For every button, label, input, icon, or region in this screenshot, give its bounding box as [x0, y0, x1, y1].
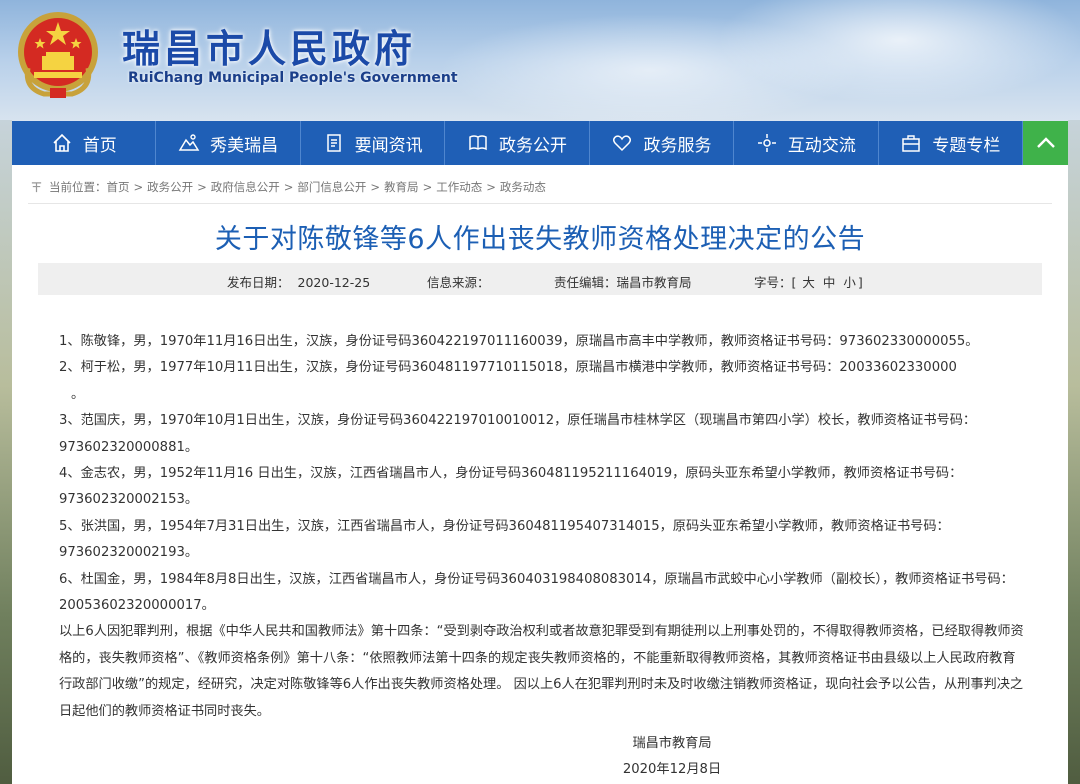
- national-emblem-icon[interactable]: [14, 8, 102, 100]
- info-source-label: 信息来源：: [427, 275, 490, 290]
- article-sign-date: 2020年12月8日: [622, 762, 722, 777]
- home-icon: [51, 132, 73, 154]
- header-banner: 瑞昌市人民政府 RuiChang Municipal People's Gove…: [0, 0, 1080, 120]
- info-source: 信息来源：: [427, 272, 490, 291]
- chevron-up-icon: [1036, 137, 1055, 148]
- article-paragraph: 1、陈敬锋，男，1970年11月16日出生，汉族，身份证号码3604221970…: [59, 334, 979, 349]
- heart-icon: [611, 132, 633, 154]
- breadcrumb-separator: >: [133, 180, 144, 194]
- site-subtitle: RuiChang Municipal People's Government: [128, 70, 458, 86]
- briefcase-icon: [900, 132, 922, 154]
- nav-item-interaction[interactable]: 互动交流: [734, 121, 879, 165]
- breadcrumb-gov-open[interactable]: 政务公开: [147, 179, 193, 195]
- article-paragraph: 6、杜国金，男，1984年8月8日出生，汉族，江西省瑞昌市人，身份证号码3604…: [59, 571, 1014, 614]
- article-paragraph: 以上6人因犯罪判刑，根据《中华人民共和国教师法》第十四条：“受到剥夺政治权利或者…: [59, 624, 1024, 719]
- breadcrumb-work-news[interactable]: 工作动态: [436, 179, 482, 195]
- font-size-label: 字号：: [754, 275, 792, 290]
- article-meta: 发布日期： 2020-12-25 信息来源： 责任编辑：瑞昌市教育局 字号：[ 大…: [38, 263, 1042, 295]
- editor-value: 瑞昌市教育局: [616, 275, 692, 290]
- nav-item-label: 专题专栏: [932, 135, 1001, 156]
- breadcrumb-dept-info[interactable]: 部门信息公开: [297, 179, 366, 195]
- content-panel: 当前位置： 首页 > 政务公开 > 政府信息公开 > 部门信息公开 > 教育局 …: [12, 165, 1068, 784]
- font-size-small[interactable]: 小: [843, 275, 856, 290]
- breadcrumb: 当前位置： 首页 > 政务公开 > 政府信息公开 > 部门信息公开 > 教育局 …: [30, 179, 546, 195]
- nav-item-gov-service[interactable]: 政务服务: [590, 121, 735, 165]
- interaction-icon: [756, 132, 778, 154]
- book-icon: [467, 132, 489, 154]
- side-decoration-right: [1068, 120, 1080, 784]
- breadcrumb-separator: >: [197, 180, 207, 194]
- breadcrumb-separator: >: [370, 180, 381, 194]
- divider: [28, 203, 1052, 204]
- editor-label: 责任编辑：: [554, 275, 617, 290]
- nav-item-home[interactable]: 首页: [12, 121, 157, 165]
- font-size-medium[interactable]: 中: [823, 275, 836, 290]
- article-paragraph: 3、范国庆，男，1970年10月1日出生，汉族，身份证号码36042219701…: [59, 413, 977, 455]
- breadcrumb-separator: >: [422, 180, 433, 194]
- breadcrumb-prefix: 当前位置：: [49, 180, 107, 194]
- nav-collapse-toggle[interactable]: [1023, 121, 1069, 165]
- breadcrumb-home[interactable]: 首页: [107, 179, 130, 195]
- editor: 责任编辑：瑞昌市教育局: [554, 272, 692, 291]
- article-body: 1、陈敬锋，男，1970年11月16日出生，汉族，身份证号码3604221970…: [59, 329, 1024, 725]
- article-signature: 瑞昌市教育局: [632, 736, 712, 751]
- main-nav: 首页 秀美瑞昌 要闻资讯 政务公开 政务服务 互动交流 专题专栏: [12, 121, 1069, 165]
- nav-item-label: 秀美瑞昌: [210, 135, 279, 156]
- breadcrumb-separator: >: [283, 180, 294, 194]
- location-icon: [31, 181, 42, 192]
- nav-item-label: 政务服务: [643, 135, 712, 156]
- article-paragraph: 2、柯于松，男，1977年10月11日出生，汉族，身份证号码3604811977…: [59, 360, 957, 376]
- nav-item-special[interactable]: 专题专栏: [879, 121, 1024, 165]
- document-icon: [323, 132, 345, 154]
- article-title: 关于对陈敬锋等6人作出丧失教师资格处理决定的公告: [214, 224, 866, 255]
- article-paragraph: 4、金志农，男，1952年11月16 日出生，汉族，江西省瑞昌市人，身份证号码3…: [59, 466, 963, 508]
- publish-date: 发布日期： 2020-12-25: [227, 272, 370, 291]
- nav-item-news[interactable]: 要闻资讯: [301, 121, 446, 165]
- font-size-bracket-open: [: [791, 275, 797, 290]
- nav-item-gov-open[interactable]: 政务公开: [445, 121, 590, 165]
- scenery-icon: [178, 132, 200, 154]
- article-paragraph: 5、张洪国，男，1954年7月31日出生，汉族，江西省瑞昌市人，身份证号码360…: [59, 518, 950, 561]
- font-size-control: 字号：[ 大 中 小]: [754, 272, 863, 291]
- publish-date-label: 发布日期：: [227, 275, 290, 290]
- nav-item-label: 政务公开: [499, 135, 568, 156]
- breadcrumb-separator: >: [486, 180, 496, 194]
- site-title: 瑞昌市人民政府: [122, 27, 417, 71]
- font-size-bracket-close: ]: [857, 275, 863, 290]
- publish-date-value: 2020-12-25: [297, 275, 371, 290]
- nav-item-label: 要闻资讯: [354, 135, 423, 156]
- nav-item-label: 互动交流: [787, 135, 856, 156]
- side-decoration-left: [0, 120, 12, 784]
- nav-item-label: 首页: [82, 135, 117, 156]
- breadcrumb-gov-info[interactable]: 政府信息公开: [211, 179, 280, 195]
- breadcrumb-education-bureau[interactable]: 教育局: [384, 179, 419, 195]
- article-paragraph: 。: [71, 386, 85, 402]
- font-size-large[interactable]: 大: [802, 275, 815, 290]
- breadcrumb-gov-news[interactable]: 政务动态: [500, 179, 546, 195]
- nav-item-scenery[interactable]: 秀美瑞昌: [156, 121, 301, 165]
